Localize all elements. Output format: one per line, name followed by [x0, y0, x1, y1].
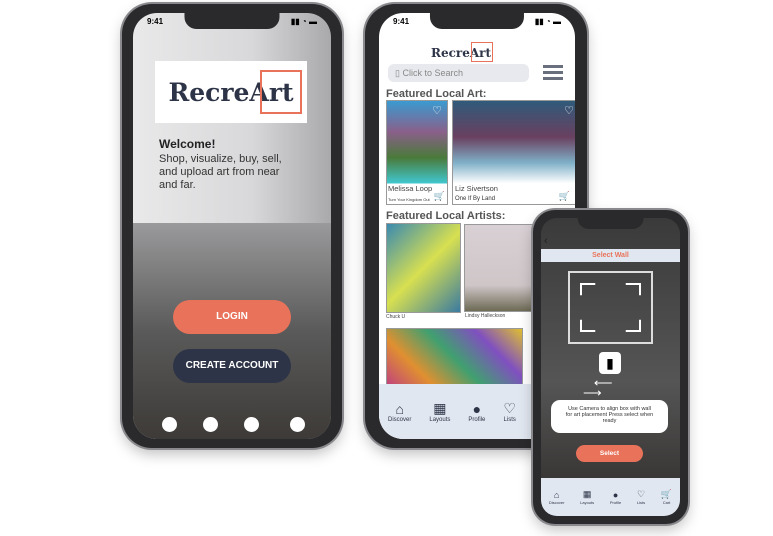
instructions: Use Camera to align box with wall for ar… [551, 400, 668, 433]
art-card[interactable]: ♡ Liz Sivertson One If By Land 🛒 [452, 100, 575, 205]
featured-art-heading: Featured Local Art: [386, 88, 487, 100]
tab-layouts[interactable]: ▦ Layouts [429, 400, 450, 423]
tab-cart[interactable]: 🛒 Cart [661, 489, 672, 505]
tab-layouts[interactable]: ▦ Layouts [580, 489, 594, 505]
art-title: Turn Your Kingdom Out [388, 197, 430, 202]
status-time: 9:41 [147, 17, 164, 26]
artist-card[interactable] [386, 328, 523, 388]
screen-title: Select Wall [541, 249, 680, 262]
back-icon[interactable]: ‹ [544, 235, 548, 247]
art-title: One If By Land [455, 196, 496, 202]
camera-frame [568, 271, 653, 344]
cart-icon[interactable]: 🛒 [434, 191, 445, 202]
page-dot[interactable] [290, 417, 305, 432]
page-dot[interactable] [244, 417, 259, 432]
heart-icon: ♡ [637, 489, 646, 499]
welcome-title: Welcome! [159, 137, 216, 151]
heart-icon[interactable]: ♡ [564, 104, 574, 117]
tab-discover[interactable]: ⌂ Discover [549, 490, 565, 505]
logo-card: RecreArt [155, 61, 307, 123]
artist-card[interactable] [464, 224, 534, 312]
arrows-icon: ⟵ ⟶ [583, 375, 613, 400]
profile-icon: ● [612, 489, 619, 500]
status-time: 9:41 [393, 17, 410, 26]
select-wall-screen: ‹ Select Wall ▮ ⟵ ⟶ Use Camera to align b… [541, 218, 680, 516]
create-account-button[interactable]: CREATE ACCOUNT [173, 349, 291, 383]
tab-lists[interactable]: ♡ Lists [503, 400, 516, 423]
store-icon: ⌂ [395, 400, 404, 417]
heart-icon[interactable]: ♡ [432, 104, 442, 117]
phone-tilt-icon: ▮ [599, 352, 621, 374]
featured-artists-heading: Featured Local Artists: [386, 210, 506, 222]
tab-bar: ⌂ Discover ▦ Layouts ● Profile ♡ Lists 🛒 Cart [541, 478, 680, 516]
logo: RecreArt [168, 69, 302, 114]
heart-icon: ♡ [503, 400, 516, 416]
artist-name: Melissa Loop [388, 184, 433, 193]
artist-name: Chuck U [386, 314, 406, 320]
battery-icon: ▮▮ ◔ ▬ [290, 17, 317, 26]
battery-icon: ▮▮ ◔ ▬ [534, 17, 561, 26]
notch [577, 218, 644, 229]
store-icon: ⌂ [553, 489, 560, 500]
tab-discover[interactable]: ⌂ Discover [388, 401, 411, 423]
artist-name: Liz Sivertson [455, 184, 498, 193]
welcome-text: Shop, visualize, buy, sell, and upload a… [159, 153, 282, 191]
artist-card[interactable] [386, 223, 461, 313]
page-dot[interactable] [162, 417, 177, 432]
grid-icon: ▦ [433, 400, 447, 416]
select-button[interactable]: Select [576, 445, 643, 462]
art-card[interactable]: ♡ Melissa Loop Turn Your Kingdom Out 🛒 [386, 100, 448, 205]
logo: RecreArt [431, 42, 494, 62]
artist-name: Lindsy Halleckson [465, 313, 506, 319]
welcome-screen: 9:41 ▮▮ ◔ ▬ RecreArt Welcome! Shop, visua… [133, 13, 331, 439]
profile-icon: ● [472, 400, 482, 417]
cart-icon[interactable]: 🛒 [559, 191, 570, 202]
phone-select-wall: ‹ Select Wall ▮ ⟵ ⟶ Use Camera to align b… [533, 210, 688, 524]
menu-icon[interactable] [543, 65, 563, 80]
tab-profile[interactable]: ● Profile [468, 401, 485, 423]
search-input[interactable]: ▯ Click to Search [388, 64, 529, 82]
cart-icon: 🛒 [660, 489, 673, 499]
tab-lists[interactable]: ♡ Lists [637, 489, 645, 505]
grid-icon: ▦ [582, 489, 592, 499]
login-button[interactable]: LOGIN [173, 300, 291, 334]
phone-welcome: 9:41 ▮▮ ◔ ▬ RecreArt Welcome! Shop, visua… [122, 4, 342, 448]
tab-profile[interactable]: ● Profile [610, 490, 621, 505]
page-dot[interactable] [203, 417, 218, 432]
